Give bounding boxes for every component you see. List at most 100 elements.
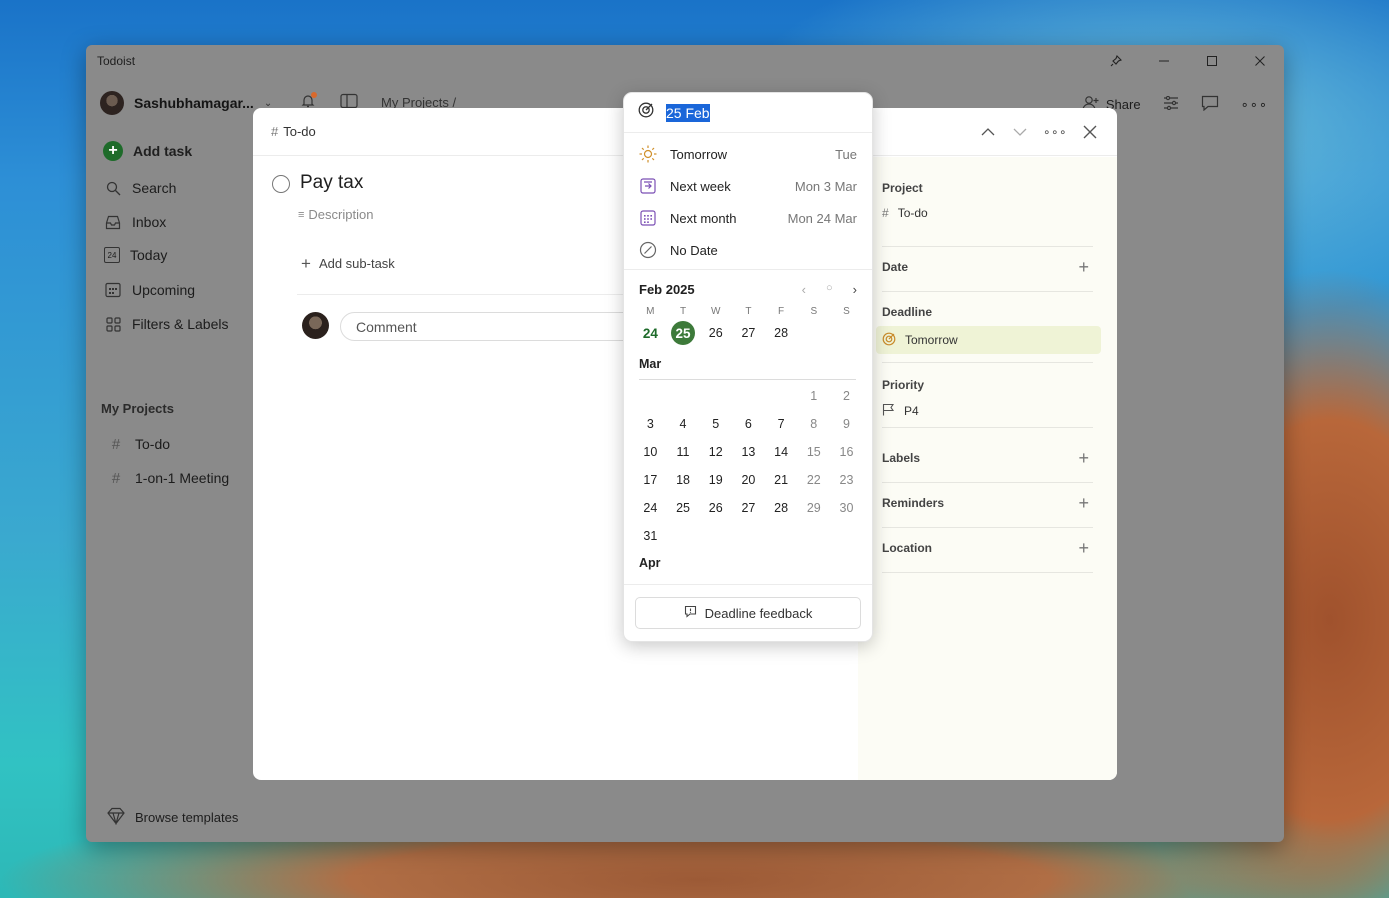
add-task-button[interactable]: + Add task [103,141,192,161]
user-name: Sashubhamagar... [134,95,254,111]
calendar-day[interactable]: 21 [765,466,798,494]
calendar-day[interactable]: 8 [797,410,830,438]
chevron-up-icon[interactable] [979,123,997,141]
calendar-day[interactable]: 25 [667,319,700,347]
calendar-day[interactable]: 22 [797,466,830,494]
weekday-label: T [745,306,752,317]
avatar [302,312,329,339]
calendar-day[interactable]: 19 [699,466,732,494]
calendar-day[interactable]: 23 [830,466,863,494]
calendar-day[interactable]: 4 [667,410,700,438]
calendar-day[interactable]: 14 [765,438,798,466]
plus-icon[interactable]: + [1078,258,1089,276]
more-options-icon[interactable]: ∘∘∘ [1043,123,1067,141]
calendar-day[interactable]: 13 [732,438,765,466]
plus-icon[interactable]: + [1078,494,1089,512]
chevron-right-icon[interactable]: › [853,282,857,297]
location-block[interactable]: Location + [882,539,1093,573]
calendar-day[interactable]: 31 [634,522,667,550]
window-title: Todoist [97,54,136,68]
comments-icon[interactable] [1201,95,1219,114]
calendar-day[interactable]: 17 [634,466,667,494]
close-window-icon[interactable] [1236,45,1284,77]
weekday-label: F [778,306,785,317]
calendar-day[interactable]: 7 [765,410,798,438]
calendar-empty-cell [765,522,798,550]
chevron-down-icon[interactable] [1011,123,1029,141]
task-project-crumb[interactable]: # To-do [271,124,316,139]
deadline-feedback-button[interactable]: Deadline feedback [635,597,861,629]
sidebar-item-label: Search [132,180,177,196]
calendar-scroll-area[interactable]: MTWTFSS 24 25 26 27 28 Mar 1 2 3 4 5 6 7 8 9 10 11 12 13… [624,297,872,577]
plus-icon[interactable]: + [1078,449,1089,467]
sun-icon [638,144,658,164]
reminders-block[interactable]: Reminders + [882,494,1093,528]
deadline-block[interactable]: Deadline Tomorrow [876,305,1101,363]
calendar-day[interactable]: 30 [830,494,863,522]
description-field[interactable]: ≡ Description [298,207,373,222]
more-icon[interactable]: ∘∘∘ [1241,97,1268,113]
project-value: # To-do [882,206,1093,220]
task-complete-checkbox[interactable] [272,175,290,193]
view-settings-icon[interactable] [1163,95,1179,113]
calendar-day[interactable]: 29 [797,494,830,522]
sidebar-item-upcoming[interactable]: Upcoming [104,281,195,299]
calendar-grid-icon [104,281,122,299]
calendar-day[interactable]: 16 [830,438,863,466]
minimize-icon[interactable] [1140,45,1188,77]
calendar-empty-cell [830,522,863,550]
quick-option-no-date[interactable]: No Date [624,234,872,266]
calendar-day[interactable]: 1 [797,382,830,410]
calendar-day[interactable]: 20 [732,466,765,494]
calendar-day[interactable]: 2 [830,382,863,410]
calendar-day[interactable]: 25 [667,494,700,522]
date-input[interactable]: 25 Feb [624,93,872,133]
sidebar-project-meeting[interactable]: # 1-on-1 Meeting [107,469,229,487]
calendar-day[interactable]: 11 [667,438,700,466]
sidebar-item-inbox[interactable]: Inbox [104,213,166,231]
calendar-day[interactable]: 5 [699,410,732,438]
plus-icon[interactable]: + [1078,539,1089,557]
calendar-day[interactable]: 12 [699,438,732,466]
calendar-day[interactable]: 27 [732,494,765,522]
calendar-day[interactable]: 18 [667,466,700,494]
calendar-day[interactable]: 26 [699,494,732,522]
quick-option-next-week[interactable]: Next week Mon 3 Mar [624,170,872,202]
quick-option-tomorrow[interactable]: Tomorrow Tue [624,138,872,170]
priority-block[interactable]: Priority P4 [882,378,1093,428]
calendar-day[interactable]: 24 [634,319,667,347]
calendar-day[interactable]: 26 [699,319,732,347]
sidebar-item-filters[interactable]: Filters & Labels [104,315,228,333]
calendar-day[interactable]: 15 [797,438,830,466]
sidebar-item-search[interactable]: Search [104,179,176,197]
labels-block[interactable]: Labels + [882,449,1093,483]
calendar-day[interactable]: 6 [732,410,765,438]
date-block[interactable]: Date + [882,258,1093,292]
sidebar-item-today[interactable]: 24 Today [104,247,167,263]
deadline-chip[interactable]: Tomorrow [876,326,1101,354]
feedback-icon [684,605,697,621]
pin-icon[interactable] [1092,45,1140,77]
project-block[interactable]: Project # To-do [882,181,1093,247]
calendar-day[interactable]: 9 [830,410,863,438]
comment-input[interactable]: Comment [340,312,650,341]
projects-heading[interactable]: My Projects [101,401,174,416]
calendar-day[interactable]: 28 [765,494,798,522]
no-date-icon [638,240,658,260]
maximize-icon[interactable] [1188,45,1236,77]
chevron-left-icon[interactable]: ‹ [802,282,806,297]
calendar-day[interactable]: 10 [634,438,667,466]
weekday-label: M [646,306,655,317]
calendar-empty-cell [732,382,765,410]
sidebar-project-todo[interactable]: # To-do [107,435,170,453]
task-title[interactable]: Pay tax [300,172,363,194]
calendar-day[interactable]: 27 [732,319,765,347]
calendar-day[interactable]: 3 [634,410,667,438]
close-icon[interactable] [1081,123,1099,141]
calendar-day[interactable]: 28 [765,319,798,347]
quick-option-next-month[interactable]: Next month Mon 24 Mar [624,202,872,234]
add-subtask-button[interactable]: + Add sub-task [301,255,395,272]
today-dot-icon[interactable]: ○ [826,282,833,297]
browse-templates-button[interactable]: Browse templates [106,807,238,828]
calendar-day[interactable]: 24 [634,494,667,522]
